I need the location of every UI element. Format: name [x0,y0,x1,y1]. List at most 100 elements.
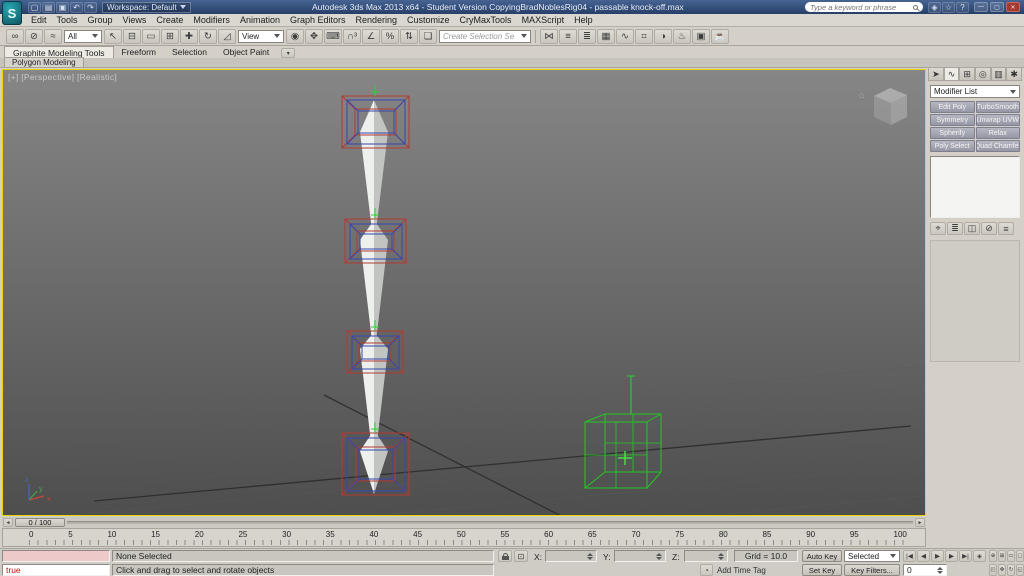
viewport-label[interactable]: [+] [Perspective] [Realistic] [8,72,117,82]
set-key-filter-dropdown[interactable]: Selected [844,550,900,562]
spinner-icon[interactable] [587,552,593,560]
absolute-offset-toggle-icon[interactable]: ⊡ [514,550,528,562]
minimize-button[interactable]: — [974,2,988,12]
redo-icon[interactable]: ↷ [84,1,97,13]
spinner-snap-icon[interactable]: ⇅ [400,28,418,44]
menu-item[interactable]: Create [151,15,188,25]
polygon-modeling-panel-tab[interactable]: Polygon Modeling [4,57,84,67]
open-file-icon[interactable]: ▤ [42,1,55,13]
select-and-link-icon[interactable]: ∞ [6,28,24,44]
rectangular-selection-region-icon[interactable]: ▭ [142,28,160,44]
key-mode-toggle-button[interactable]: ◈ [973,550,986,562]
select-and-rotate-icon[interactable]: ↻ [199,28,217,44]
modifier-preset-button[interactable]: Poly Select [930,140,975,152]
render-production-icon[interactable]: ☕ [711,28,729,44]
add-time-tag-label[interactable]: Add Time Tag [717,566,766,575]
angle-snap-icon[interactable]: ∠ [362,28,380,44]
tab-display[interactable]: ▥ [990,67,1007,81]
unlink-selection-icon[interactable]: ⊘ [25,28,43,44]
ribbon-tab-object-paint[interactable]: Object Paint [215,46,277,58]
pin-stack-icon[interactable]: ⌖ [930,222,946,235]
menu-item[interactable]: MAXScript [517,15,570,25]
material-editor-icon[interactable]: ◑ [654,28,672,44]
search-icon[interactable] [913,4,918,10]
select-object-icon[interactable]: ↖ [104,28,122,44]
app-button[interactable]: S [2,1,22,25]
track-bar[interactable]: 0 5 10 15 20 25 30 35 40 45 50 55 60 65 70 75 80 85 90 95 10… [2,528,926,547]
modifier-stack-list[interactable] [930,156,1020,218]
tab-utilities[interactable]: ✱ [1006,67,1023,81]
undo-icon[interactable]: ↶ [70,1,83,13]
configure-modifier-sets-icon[interactable]: ≡ [998,222,1014,235]
communication-center-icon[interactable]: ◈ [928,1,941,13]
spinner-icon[interactable] [937,566,943,574]
menu-item[interactable]: Group [83,15,118,25]
make-unique-icon[interactable]: ◫ [964,222,980,235]
use-pivot-point-center-icon[interactable]: ◉ [286,28,304,44]
maximize-button[interactable]: ▢ [990,2,1004,12]
render-setup-icon[interactable]: ♨ [673,28,691,44]
time-slider-left-arrow[interactable]: ◄ [3,518,13,527]
favorites-icon[interactable]: ☆ [942,1,955,13]
go-to-end-button[interactable]: ▶| [959,550,972,562]
spinner-icon[interactable] [718,552,724,560]
zoom-icon[interactable]: ⊕ [989,550,997,562]
search-input[interactable] [810,2,910,12]
select-and-manipulate-icon[interactable]: ✥ [305,28,323,44]
menu-item[interactable]: Animation [235,15,285,25]
named-selection-sets-combo[interactable]: Create Selection Se [439,29,531,43]
menu-item[interactable]: CryMaxTools [455,15,517,25]
snaps-toggle-3d-icon[interactable]: ∩³ [343,28,361,44]
modifier-preset-button[interactable]: Edit Poly [930,101,975,113]
modifier-list-dropdown[interactable]: Modifier List [930,85,1020,98]
selection-filter-dropdown[interactable]: All [64,29,102,43]
save-file-icon[interactable]: ▣ [56,1,69,13]
menu-item[interactable]: Edit [26,15,52,25]
tab-modify[interactable]: ∿ [943,67,960,81]
zoom-region-icon[interactable]: ◰ [989,564,997,576]
zoom-all-icon[interactable]: ⊞ [998,550,1006,562]
tab-hierarchy[interactable]: ⊞ [959,67,976,81]
bind-to-space-warp-icon[interactable]: ≈ [44,28,62,44]
auto-key-button[interactable]: Auto Key [802,550,842,562]
current-frame-field[interactable]: 0 [903,564,947,576]
menu-item[interactable]: Modifiers [188,15,235,25]
z-coordinate-field[interactable] [684,550,728,562]
graphite-ribbon-toggle-icon[interactable]: ▦ [597,28,615,44]
time-tag-icon[interactable]: ◔ [700,564,713,576]
ribbon-tab-freeform[interactable]: Freeform [114,46,164,58]
spinner-icon[interactable] [656,552,662,560]
align-icon[interactable]: ≡ [559,28,577,44]
keyboard-shortcut-override-icon[interactable]: ⌨ [324,28,342,44]
modifier-preset-button[interactable]: TurboSmooth [975,101,1020,113]
ribbon-overflow-icon[interactable]: ▾ [281,48,296,58]
window-crossing-icon[interactable]: ⊞ [161,28,179,44]
schematic-view-icon[interactable]: ⌗ [635,28,653,44]
modifier-preset-button[interactable]: Relax [975,127,1020,139]
menu-item[interactable]: Rendering [351,15,403,25]
select-and-move-icon[interactable]: ✚ [180,28,198,44]
percent-snap-icon[interactable]: % [381,28,399,44]
show-end-result-icon[interactable]: ≣ [947,222,963,235]
reference-coordinate-dropdown[interactable]: View [238,29,284,43]
time-slider-right-arrow[interactable]: ► [915,518,925,527]
maxscript-mini-listener[interactable]: true [2,564,110,576]
remove-modifier-icon[interactable]: ⊘ [981,222,997,235]
selection-lock-toggle-icon[interactable] [498,550,512,562]
perspective-viewport[interactable]: [+] [Perspective] [Realistic] ⌂ x y z [2,69,926,516]
close-button[interactable]: ✕ [1006,2,1020,12]
set-key-button[interactable]: Set Key [802,564,842,576]
go-to-start-button[interactable]: |◀ [903,550,916,562]
pan-icon[interactable]: ✥ [998,564,1006,576]
select-and-scale-icon[interactable]: ◿ [218,28,236,44]
zoom-extents-icon[interactable]: ▭ [1007,550,1015,562]
layer-manager-icon[interactable]: ≣ [578,28,596,44]
help-icon[interactable]: ? [956,1,969,13]
modifier-preset-button[interactable]: Unwrap UVW [975,114,1020,126]
y-coordinate-field[interactable] [614,550,666,562]
menu-item[interactable]: Help [569,15,598,25]
modifier-preset-button[interactable]: Spherify [930,127,975,139]
menu-item[interactable]: Customize [402,15,455,25]
key-filters-button[interactable]: Key Filters... [844,564,900,576]
play-button[interactable]: ▶ [931,550,944,562]
